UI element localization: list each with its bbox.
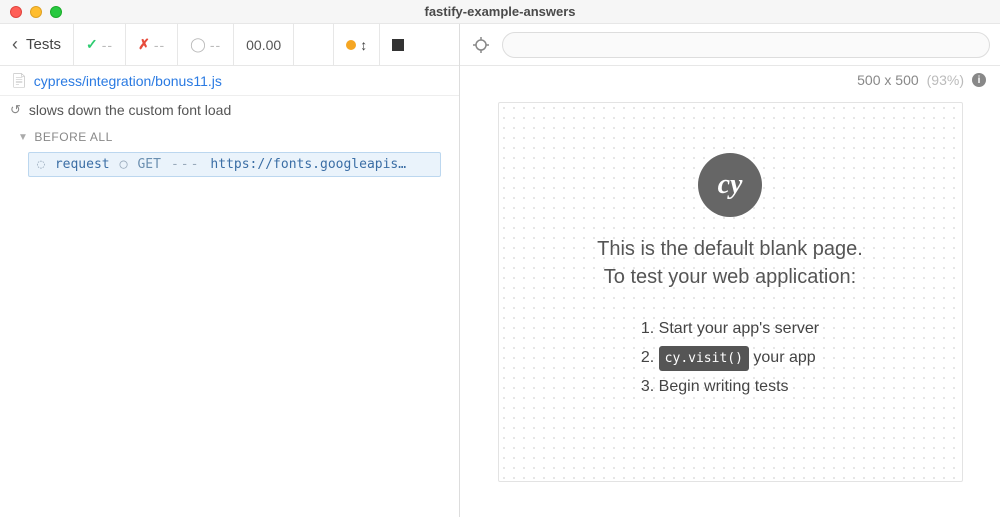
url-input[interactable] (502, 32, 990, 58)
aut-panel: 500 x 500 (93%) i cy This is the default… (460, 24, 1000, 517)
failed-count: ✗ -- (126, 24, 178, 65)
info-icon[interactable]: i (972, 73, 986, 87)
caret-down-icon: ▼ (18, 132, 28, 143)
window-title: fastify-example-answers (0, 4, 1000, 19)
viewport-info: 500 x 500 (93%) i (460, 66, 1000, 94)
instructions-list: Start your app's server cy.visit() your … (641, 315, 819, 401)
test-title-text: slows down the custom font load (29, 102, 231, 118)
command-method: GET (137, 157, 160, 172)
spinner-icon: ◌ (37, 157, 45, 172)
circle-icon: ◯ (190, 36, 206, 53)
check-icon: ✓ (86, 36, 98, 53)
aut-iframe: cy This is the default blank page. To te… (498, 102, 963, 482)
selector-playground-button[interactable] (470, 34, 492, 56)
instruction-item: Start your app's server (641, 315, 819, 344)
hook-name: BEFORE ALL (34, 130, 112, 144)
blank-page-heading: This is the default blank page. To test … (597, 235, 863, 291)
timer: 00.00 (234, 24, 294, 65)
code-chip: cy.visit() (659, 346, 749, 371)
minimize-window-button[interactable] (30, 6, 42, 18)
command-dashes: --- (171, 157, 200, 172)
instruction-item: cy.visit() your app (641, 344, 819, 373)
crosshair-icon (473, 37, 489, 53)
stop-icon (392, 39, 404, 51)
reporter-toolbar: ‹ Tests ✓ -- ✗ -- ◯ -- 00.00 (0, 24, 459, 66)
file-icon: 📄︎ (10, 72, 28, 89)
command-name: request (55, 157, 110, 172)
close-window-button[interactable] (10, 6, 22, 18)
viewport-dimensions: 500 x 500 (857, 72, 919, 88)
traffic-lights (0, 6, 62, 18)
command-row[interactable]: ◌ request ◯ GET --- https://fonts.google… (28, 152, 441, 177)
chevron-left-icon: ‹ (12, 34, 18, 55)
aut-toolbar (460, 24, 1000, 66)
updown-arrow-icon: ↕ (360, 37, 367, 53)
passed-count: ✓ -- (74, 24, 126, 65)
reload-icon: ↺ (10, 102, 21, 118)
test-title-row[interactable]: ↺ slows down the custom font load (0, 96, 459, 124)
pending-count: ◯ -- (178, 24, 234, 65)
spec-path-text: cypress/integration/bonus11.js (34, 73, 222, 89)
auto-scroll-toggle[interactable]: ↕ (334, 24, 380, 65)
command-url: https://fonts.googleapis… (210, 157, 432, 172)
spec-file-path[interactable]: 📄︎ cypress/integration/bonus11.js (0, 66, 459, 96)
tests-label: Tests (26, 36, 61, 53)
stop-button[interactable] (380, 24, 416, 65)
instruction-item: Begin writing tests (641, 373, 819, 402)
state-circle-icon: ◯ (120, 157, 128, 172)
window-titlebar: fastify-example-answers (0, 0, 1000, 24)
viewport-scale: (93%) (927, 72, 964, 88)
status-dot-icon (346, 40, 356, 50)
x-icon: ✗ (138, 36, 150, 53)
cypress-logo: cy (698, 153, 762, 217)
reporter-panel: ‹ Tests ✓ -- ✗ -- ◯ -- 00.00 (0, 24, 460, 517)
hook-header[interactable]: ▼ BEFORE ALL (0, 124, 459, 150)
zoom-window-button[interactable] (50, 6, 62, 18)
back-to-tests-button[interactable]: ‹ Tests (0, 24, 74, 65)
